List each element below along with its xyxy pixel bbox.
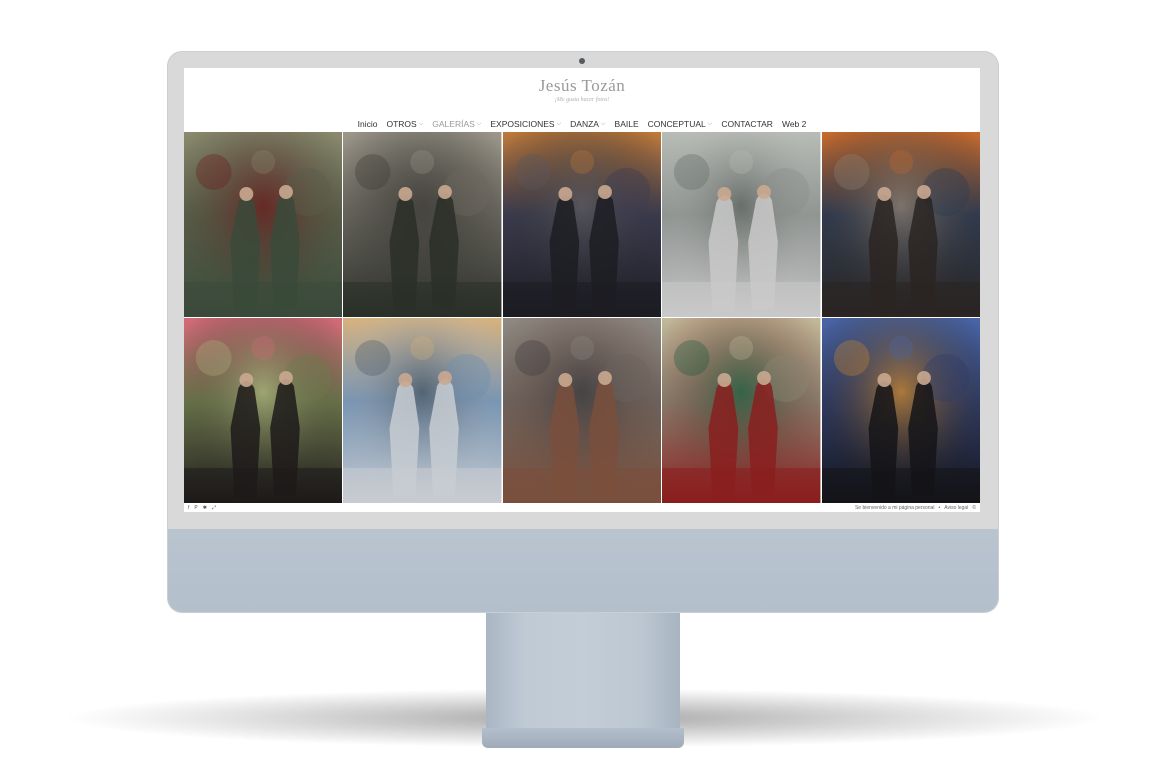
monitor-frame: Jesús Tozán ¡Me gusta hacer fotos! Inici… <box>168 52 998 612</box>
gallery-photo-pink-portal-two-women[interactable] <box>184 318 343 503</box>
nav-item-exposiciones[interactable]: EXPOSICIONES ⌵ <box>490 119 561 129</box>
monitor-chin <box>168 529 998 612</box>
photo-image <box>662 318 821 503</box>
nav-item-danza[interactable]: DANZA ⌵ <box>570 119 605 129</box>
photo-image <box>184 132 343 317</box>
photo-image <box>502 132 662 317</box>
chevron-down-icon: ⌵ <box>418 120 424 127</box>
nav-item-label: EXPOSICIONES <box>490 119 555 129</box>
nav-item-galerías[interactable]: GALERÍAS ⌵ <box>432 119 481 129</box>
gallery-photo-sunset-stone-face-two-women[interactable] <box>502 132 662 317</box>
gallery-grid <box>184 132 980 503</box>
nav-item-label: OTROS <box>386 119 417 129</box>
site-footer: f P ✱ ⤢ Se bienvenido a mi página person… <box>184 504 980 512</box>
website-screen: Jesús Tozán ¡Me gusta hacer fotos! Inici… <box>184 68 980 512</box>
nav-item-inicio[interactable]: Inicio <box>358 119 378 129</box>
gallery-photo-painter-canvas-sky[interactable] <box>343 318 502 503</box>
chevron-down-icon: ⌵ <box>476 120 482 127</box>
facebook-icon[interactable]: f <box>188 505 189 511</box>
pinterest-icon[interactable]: P <box>194 505 197 511</box>
photo-image <box>343 318 502 503</box>
photo-image <box>343 132 502 317</box>
nav-item-label: BAILE <box>614 119 639 129</box>
nav-item-label: Inicio <box>357 119 378 129</box>
gallery-photo-skull-two-gowns[interactable] <box>662 318 821 503</box>
nav-item-label: DANZA <box>570 119 599 129</box>
main-nav: Inicio OTROS ⌵ GALERÍAS ⌵ EXPOSICIONES ⌵ DANZA ⌵… <box>184 117 980 131</box>
social-links: f P ✱ ⤢ <box>188 505 216 511</box>
footer-welcome: Se bienvenido a mi página personal <box>854 505 935 511</box>
monitor-stand-base <box>482 728 684 748</box>
camera-icon <box>579 58 585 64</box>
gallery-photo-giant-eye-wall-two-women[interactable] <box>343 132 502 317</box>
chevron-down-icon: ⌵ <box>600 120 606 127</box>
gallery-photo-eye-bleeding-two-women-table[interactable] <box>184 132 343 317</box>
footer-separator: • <box>938 505 941 511</box>
chevron-down-icon: ⌵ <box>556 120 562 127</box>
nav-item-label: CONCEPTUAL <box>647 119 706 129</box>
nav-item-baile[interactable]: BAILE <box>615 119 639 129</box>
nav-item-web-2[interactable]: Web 2 <box>782 119 806 129</box>
photo-image <box>662 132 821 317</box>
gallery-photo-blue-skull-fire-two-women[interactable] <box>821 318 980 503</box>
photo-image <box>821 318 980 503</box>
nav-item-conceptual[interactable]: CONCEPTUAL ⌵ <box>648 119 713 129</box>
monitor-stand <box>486 608 680 732</box>
gallery-photo-sunset-sky-two-women-studio[interactable] <box>821 132 980 317</box>
star-icon[interactable]: ✱ <box>203 505 207 511</box>
footer-text: Se bienvenido a mi página personal • Avi… <box>855 505 976 511</box>
photo-image <box>184 318 343 503</box>
gallery-photo-ornate-wall-two-gowns[interactable] <box>662 132 821 317</box>
nav-item-label: GALERÍAS <box>432 119 475 129</box>
nav-item-label: Web 2 <box>781 119 807 129</box>
footer-legal-link[interactable]: Aviso legal <box>944 505 968 511</box>
share-icon[interactable]: ⤢ <box>212 505 216 511</box>
nav-item-contactar[interactable]: CONTACTAR <box>721 119 773 129</box>
gallery-photo-clock-painter-two-women[interactable] <box>502 318 662 503</box>
photo-image <box>502 318 662 503</box>
photo-image <box>821 132 980 317</box>
nav-item-label: CONTACTAR <box>721 119 773 129</box>
chevron-down-icon: ⌵ <box>707 120 713 127</box>
site-title[interactable]: Jesús Tozán <box>184 76 980 96</box>
site-tagline: ¡Me gusta hacer fotos! <box>554 97 610 103</box>
copyright-icon: © <box>972 505 976 511</box>
nav-item-otros[interactable]: OTROS ⌵ <box>386 119 423 129</box>
